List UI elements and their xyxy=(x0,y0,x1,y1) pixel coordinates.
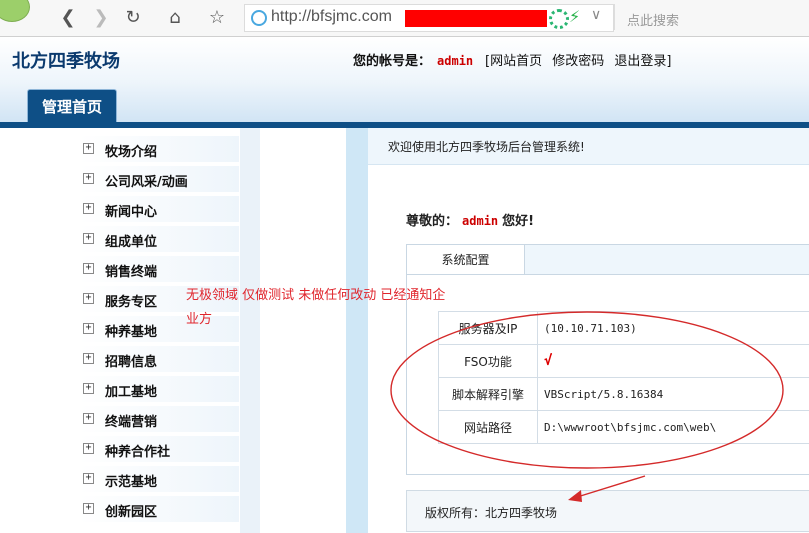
sidebar-item-label: 示范基地 xyxy=(105,475,158,490)
expand-icon[interactable]: + xyxy=(83,353,94,364)
config-value: VBScript/5.8.16384 xyxy=(537,377,809,411)
avatar[interactable] xyxy=(0,0,30,22)
forward-icon[interactable]: ❯ xyxy=(90,7,112,29)
expand-icon[interactable]: + xyxy=(83,203,94,214)
lightning-icon[interactable]: ⚡ xyxy=(569,7,580,26)
config-key: 脚本解释引擎 xyxy=(438,377,538,411)
sidebar-item[interactable]: + 加工基地 xyxy=(79,376,239,402)
config-table: 服务器及IP (10.10.71.103) FSO功能 √ 脚本解释引擎 VBS… xyxy=(438,311,809,444)
expand-icon[interactable]: + xyxy=(83,173,94,184)
site-title: 北方四季牧场 xyxy=(12,51,120,72)
checkmark-icon: √ xyxy=(537,344,809,378)
chevron-down-icon[interactable]: ∨ xyxy=(591,7,601,23)
sidebar-item[interactable]: + 示范基地 xyxy=(79,466,239,492)
reload-icon[interactable]: ↻ xyxy=(122,7,144,29)
copyright-text: 版权所有：北方四季牧场 xyxy=(425,506,558,520)
expand-icon[interactable]: + xyxy=(83,473,94,484)
expand-icon[interactable]: + xyxy=(83,323,94,334)
bookmark-star-icon[interactable]: ☆ xyxy=(206,7,228,29)
expand-icon[interactable]: + xyxy=(83,443,94,454)
copyright-footer: 版权所有：北方四季牧场 xyxy=(406,490,809,532)
sidebar-item-label: 服务专区 xyxy=(105,295,158,310)
sidebar-item-label: 种养合作社 xyxy=(105,445,171,460)
redaction-bar xyxy=(405,10,547,27)
shield-icon[interactable] xyxy=(549,9,569,29)
panel-tab-row: 系统配置 xyxy=(407,245,809,275)
greeting-suffix: 您好! xyxy=(502,214,535,229)
address-bar[interactable]: http://bfsjmc.com ⚡ ∨ xyxy=(244,4,614,32)
sidebar-item-label: 加工基地 xyxy=(105,385,158,400)
expand-icon[interactable]: + xyxy=(83,293,94,304)
expand-icon[interactable]: + xyxy=(83,263,94,274)
sidebar-item-label: 终端营销 xyxy=(105,415,158,430)
config-key: 网站路径 xyxy=(438,410,538,444)
welcome-banner: 欢迎使用北方四季牧场后台管理系统! xyxy=(368,128,809,165)
header-links: [网站首页 修改密码 退出登录] xyxy=(485,50,677,69)
sidebar-item[interactable]: + 牧场介绍 xyxy=(79,136,239,162)
config-key: FSO功能 xyxy=(438,344,538,378)
table-row: 脚本解释引擎 VBScript/5.8.16384 xyxy=(438,377,809,411)
sidebar-item-label: 公司风采/动画 xyxy=(105,175,188,190)
sidebar-item-label: 新闻中心 xyxy=(105,205,158,220)
link-logout[interactable]: 退出登录] xyxy=(614,54,671,69)
link-site-home[interactable]: [网站首页 xyxy=(485,54,542,69)
sidebar-item-label: 销售终端 xyxy=(105,265,158,280)
welcome-text: 欢迎使用北方四季牧场后台管理系统! xyxy=(388,140,585,154)
tab-system-config[interactable]: 系统配置 xyxy=(407,245,525,274)
annotation-note: 无极领域 仅做测试 未做任何改动 已经通知企业方 xyxy=(186,288,446,327)
sidebar-item-label: 种养基地 xyxy=(105,325,158,340)
sidebar-item[interactable]: + 种养合作社 xyxy=(79,436,239,462)
config-value: (10.10.71.103) xyxy=(537,311,809,345)
sidebar-item-label: 组成单位 xyxy=(105,235,158,250)
sidebar-item[interactable]: + 新闻中心 xyxy=(79,196,239,222)
account-info: 您的帐号是： admin xyxy=(353,50,473,69)
expand-icon[interactable]: + xyxy=(83,503,94,514)
back-icon[interactable]: ❮ xyxy=(57,7,79,29)
config-value: D:\wwwroot\bfsjmc.com\web\ xyxy=(537,410,809,444)
sidebar-item[interactable]: + 销售终端 xyxy=(79,256,239,282)
greeting-prefix: 尊敬的： xyxy=(406,214,459,229)
table-row: FSO功能 √ xyxy=(438,344,809,378)
sidebar-item[interactable]: + 终端营销 xyxy=(79,406,239,432)
sidebar-item-label: 创新园区 xyxy=(105,505,158,520)
browser-toolbar: ❮ ❯ ↻ ⌂ ☆ http://bfsjmc.com ⚡ ∨ 点此搜索 xyxy=(0,0,809,37)
config-panel: 系统配置 服务器及IP (10.10.71.103) FSO功能 √ 脚本解释引… xyxy=(406,244,809,475)
tab-admin-home[interactable]: 管理首页 xyxy=(27,89,117,124)
search-placeholder: 点此搜索 xyxy=(627,14,680,29)
home-icon[interactable]: ⌂ xyxy=(164,7,186,29)
account-label: 您的帐号是： xyxy=(353,54,432,69)
greeting: 尊敬的： admin 您好! xyxy=(406,210,534,229)
expand-icon[interactable]: + xyxy=(83,413,94,424)
greeting-username: admin xyxy=(462,214,499,228)
account-username: admin xyxy=(437,54,474,68)
search-input[interactable]: 点此搜索 xyxy=(614,4,809,30)
url-text[interactable]: http://bfsjmc.com xyxy=(271,8,392,26)
sidebar-item[interactable]: + 公司风采/动画 xyxy=(79,166,239,192)
sidebar-item[interactable]: + 创新园区 xyxy=(79,496,239,522)
table-row: 网站路径 D:\wwwroot\bfsjmc.com\web\ xyxy=(438,410,809,444)
sidebar-item-label: 牧场介绍 xyxy=(105,145,158,160)
expand-icon[interactable]: + xyxy=(83,383,94,394)
sidebar-item[interactable]: + 招聘信息 xyxy=(79,346,239,372)
sidebar-item[interactable]: + 组成单位 xyxy=(79,226,239,252)
link-change-password[interactable]: 修改密码 xyxy=(552,54,604,69)
expand-icon[interactable]: + xyxy=(83,233,94,244)
sidebar-item-label: 招聘信息 xyxy=(105,355,158,370)
table-row: 服务器及IP (10.10.71.103) xyxy=(438,311,809,345)
expand-icon[interactable]: + xyxy=(83,143,94,154)
config-key: 服务器及IP xyxy=(438,311,538,345)
site-header: 北方四季牧场 您的帐号是： admin [网站首页 修改密码 退出登录] 管理首页 xyxy=(0,37,809,125)
site-security-icon xyxy=(251,10,267,26)
